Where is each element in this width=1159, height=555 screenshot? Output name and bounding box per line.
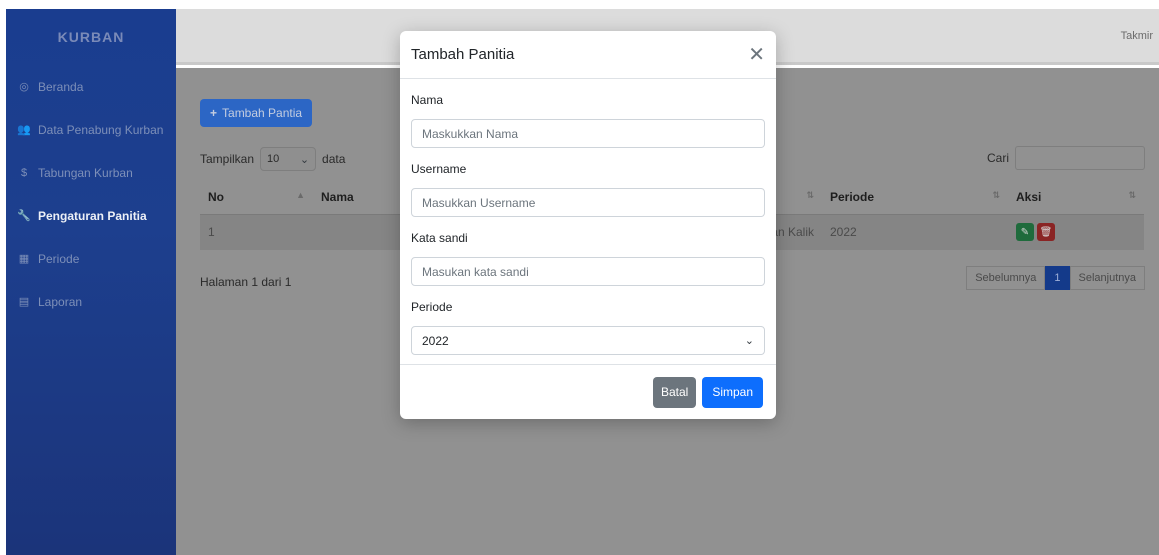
username-label: Username [411,162,467,176]
search-control: Cari [987,146,1145,170]
sidebar-item-beranda[interactable]: ◎ Beranda [6,65,176,108]
sidebar-item-pengaturan-panitia[interactable]: 🔧 Pengaturan Panitia [6,194,176,237]
cancel-button[interactable]: Batal [652,376,697,408]
sidebar: KURBAN ◎ Beranda 👥 Data Penabung Kurban … [6,9,176,555]
chevron-down-icon: ⌄ [744,335,754,347]
sort-icon: ⇅ [992,189,1000,200]
user-menu[interactable]: Takmir [1121,30,1153,42]
cell-periode: 2022 [822,214,1008,250]
pagination-prev-button[interactable]: Sebelumnya [966,266,1046,290]
search-input[interactable] [1015,146,1145,170]
page-length-value: 10 [267,153,280,165]
sidebar-item-label: Periode [38,251,80,266]
sidebar-item-laporan[interactable]: ▤ Laporan [6,280,176,323]
page-length-control: Tampilkan 10 ⌄ data [200,147,345,171]
calendar-icon: ▦ [18,253,30,265]
password-input[interactable]: Masukan kata sandi [411,257,765,286]
trash-icon[interactable]: 🗑 [1037,223,1055,242]
pagination: Sebelumnya 1 Selanjutnya [966,266,1145,290]
periode-select[interactable]: 2022 ⌄ [411,326,765,355]
home-icon: ◎ [19,81,29,93]
modal-header: Tambah Panitia ✕ [400,31,776,79]
page-length-select[interactable]: 10 ⌄ [260,147,317,171]
periode-select-value: 2022 [422,333,449,348]
add-panitia-button[interactable]: + Tambah Pantia [200,99,313,127]
chevron-down-icon: ⌄ [299,153,310,166]
close-icon[interactable]: ✕ [748,45,765,65]
sidebar-item-label: Laporan [38,294,83,309]
sidebar-item-tabungan[interactable]: $ Tabungan Kurban [6,151,176,194]
users-icon: 👥 [17,124,31,136]
pagination-next-button[interactable]: Selanjutnya [1069,266,1145,290]
sidebar-item-data-penabung[interactable]: 👥 Data Penabung Kurban [6,108,176,151]
save-button[interactable]: Simpan [702,376,763,408]
modal-footer: Batal Simpan [400,364,776,419]
sort-icon: ▲ [296,189,305,200]
sidebar-item-periode[interactable]: ▦ Periode [6,237,176,280]
column-header-periode[interactable]: Periode ⇅ [822,180,1008,215]
edit-icon[interactable]: ✎ [1016,223,1034,242]
sort-icon: ⇅ [1128,189,1136,200]
sidebar-item-label: Pengaturan Panitia [38,208,147,223]
sidebar-item-label: Data Penabung Kurban [38,122,164,137]
brand-logo: KURBAN [57,29,125,45]
modal-body: Nama Maskukkan Nama Username Masukkan Us… [400,79,776,355]
column-header-aksi[interactable]: Aksi ⇅ [1008,180,1144,215]
sort-icon: ⇅ [806,189,814,200]
plus-icon: + [210,106,218,120]
column-header-no[interactable]: No ▲ [200,180,313,215]
password-label: Kata sandi [411,231,468,245]
show-prefix: Tampilkan [200,152,255,166]
cell-no: 1 [200,214,313,250]
sidebar-item-label: Beranda [38,79,84,94]
periode-label: Periode [411,300,453,314]
report-icon: ▤ [18,296,30,308]
pagination-info: Halaman 1 dari 1 [200,275,292,289]
add-panitia-label: Tambah Pantia [222,106,303,120]
search-label: Cari [986,151,1009,165]
cell-aksi: ✎ 🗑 [1008,214,1144,250]
nama-label: Nama [411,93,444,107]
add-panitia-modal: Tambah Panitia ✕ Nama Maskukkan Nama Use… [400,31,776,419]
sidebar-item-label: Tabungan Kurban [38,165,133,180]
nama-input[interactable]: Maskukkan Nama [411,119,765,148]
show-suffix: data [322,152,346,166]
username-input[interactable]: Masukkan Username [411,188,765,217]
pagination-page-button[interactable]: 1 [1045,266,1070,290]
dollar-icon: $ [20,166,28,179]
modal-title: Tambah Panitia [411,46,515,63]
wrench-icon: 🔧 [17,210,31,222]
